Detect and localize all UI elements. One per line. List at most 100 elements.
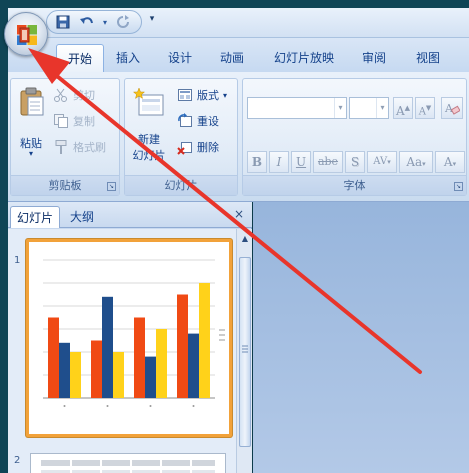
change-case-label: Aa xyxy=(406,155,423,169)
copy-button[interactable]: 复制 xyxy=(53,113,95,129)
grow-font-button[interactable]: A▲ xyxy=(393,97,413,119)
chart-bar xyxy=(156,329,167,398)
font-color-dropdown-icon: ▾ xyxy=(452,160,457,168)
layout-button[interactable]: 版式 ▾ xyxy=(177,87,227,103)
delete-icon xyxy=(177,142,192,155)
font-name-combo[interactable]: ▾ xyxy=(247,97,347,119)
tab-slide-show[interactable]: 幻灯片放映 xyxy=(266,44,342,72)
undo-icon[interactable] xyxy=(77,13,97,31)
tab-design[interactable]: 设计 xyxy=(160,44,200,72)
chart-tick-mark xyxy=(63,405,66,407)
italic-button[interactable]: I xyxy=(269,151,289,173)
customize-toolbar-icon[interactable]: ▾ xyxy=(146,14,158,28)
chart-bar xyxy=(199,283,210,398)
tab-view[interactable]: 视图 xyxy=(408,44,448,72)
tab-animations[interactable]: 动画 xyxy=(212,44,252,72)
layout-dropdown-icon: ▾ xyxy=(223,90,228,100)
shrink-font-button[interactable]: A▼ xyxy=(415,97,435,119)
slide-chart xyxy=(43,259,225,407)
delete-slide-button[interactable]: 删除 xyxy=(177,139,219,155)
window-frame-top xyxy=(0,0,469,8)
cut-button[interactable]: 剪切 xyxy=(53,87,95,103)
font-color-label: A xyxy=(443,155,453,169)
clipboard-launcher-icon[interactable]: ↘ xyxy=(107,182,116,191)
grow-font-icon: A xyxy=(395,104,405,118)
new-slide-icon xyxy=(133,87,164,116)
paste-button[interactable]: 粘贴 ▾ xyxy=(13,83,49,163)
slide-editing-area[interactable] xyxy=(253,202,469,473)
undo-dropdown-icon[interactable]: ▾ xyxy=(101,13,109,31)
tab-review[interactable]: 审阅 xyxy=(354,44,394,72)
slide-thumbnail-list: 1 2 xyxy=(8,229,236,473)
format-painter-icon xyxy=(55,140,67,154)
pane-tabs: 幻灯片 大纲 × xyxy=(8,202,252,228)
clear-formatting-icon: A xyxy=(444,102,461,115)
font-size-combo[interactable]: ▾ xyxy=(349,97,389,119)
layout-icon xyxy=(178,89,192,101)
new-slide-label-line1: 新建 xyxy=(138,133,160,146)
clear-formatting-button[interactable]: A xyxy=(441,97,463,119)
reset-button[interactable]: 重设 xyxy=(177,113,219,129)
chart-bar xyxy=(113,352,124,398)
slides-pane: 幻灯片 大纲 × 1 2 ▲ xyxy=(8,202,252,473)
chart-bar xyxy=(48,317,59,398)
spacing-dropdown-icon: ▾ xyxy=(387,158,391,166)
font-size-dropdown-icon[interactable]: ▾ xyxy=(376,98,388,118)
slides-group-label: 幻灯片 xyxy=(125,175,237,195)
font-launcher-icon[interactable]: ↘ xyxy=(454,182,463,191)
paste-icon xyxy=(20,87,44,116)
reset-icon xyxy=(178,113,192,127)
font-name-dropdown-icon[interactable]: ▾ xyxy=(334,98,346,118)
reset-label: 重设 xyxy=(197,115,219,128)
office-button[interactable] xyxy=(4,12,48,56)
font-group: ▾ ▾ A▲ A▼ A B I U abe S AV▾ Aa▾ A▾ 字体 ↘ xyxy=(242,78,467,196)
copy-icon xyxy=(54,114,68,128)
office-logo-icon xyxy=(17,25,37,45)
chart-bar xyxy=(70,352,81,398)
svg-text:A: A xyxy=(444,102,454,115)
change-case-button[interactable]: Aa▾ xyxy=(399,151,433,173)
bold-button[interactable]: B xyxy=(247,151,267,173)
window-frame-left xyxy=(0,0,8,473)
clipboard-group-label: 剪贴板 xyxy=(11,175,119,195)
new-slide-label-line2: 幻灯片 xyxy=(132,149,166,162)
character-spacing-button[interactable]: AV▾ xyxy=(367,151,397,173)
grip-icon xyxy=(242,345,248,353)
cut-label: 剪切 xyxy=(73,89,95,102)
paste-dropdown-icon: ▾ xyxy=(28,149,33,158)
new-slide-button[interactable]: 新建 幻灯片 xyxy=(127,83,171,171)
scroll-up-icon[interactable]: ▲ xyxy=(239,233,251,245)
slide-thumbnail-1[interactable] xyxy=(26,239,232,437)
slide-2-table-preview xyxy=(41,458,215,473)
chart-bar xyxy=(59,342,70,398)
format-painter-button[interactable]: 格式刷 xyxy=(53,139,106,155)
delete-label: 删除 xyxy=(197,141,219,154)
chart-bar xyxy=(177,294,188,398)
slide-number-2: 2 xyxy=(14,455,21,466)
chart-tick-mark xyxy=(106,405,109,407)
redo-icon[interactable] xyxy=(113,13,133,31)
strikethrough-button[interactable]: abe xyxy=(313,151,343,173)
tab-outline[interactable]: 大纲 xyxy=(64,206,100,228)
tab-insert[interactable]: 插入 xyxy=(108,44,148,72)
close-pane-icon[interactable]: × xyxy=(232,207,246,221)
text-shadow-button[interactable]: S xyxy=(345,151,365,173)
shrink-font-icon: A xyxy=(418,106,426,118)
font-color-button[interactable]: A▾ xyxy=(435,151,465,173)
pane-scrollbar[interactable]: ▲ xyxy=(236,229,252,473)
chart-bar xyxy=(91,340,102,398)
scrollbar-thumb[interactable] xyxy=(239,257,251,447)
copy-label: 复制 xyxy=(73,115,95,128)
slide-thumbnail-2[interactable] xyxy=(30,453,226,473)
clipboard-group: 粘贴 ▾ 剪切 复制 格式刷 剪贴板 ↘ xyxy=(10,78,120,196)
scissors-icon xyxy=(54,88,67,102)
font-group-label: 字体 xyxy=(243,175,466,195)
save-icon[interactable] xyxy=(53,13,73,31)
chart-bar xyxy=(102,296,113,398)
chart-tick-mark xyxy=(149,405,152,407)
layout-label: 版式 xyxy=(197,89,219,102)
tab-slides[interactable]: 幻灯片 xyxy=(10,206,61,228)
quick-access-toolbar: ▾ xyxy=(46,10,142,34)
underline-button[interactable]: U xyxy=(291,151,311,173)
tab-home[interactable]: 开始 xyxy=(56,44,104,72)
